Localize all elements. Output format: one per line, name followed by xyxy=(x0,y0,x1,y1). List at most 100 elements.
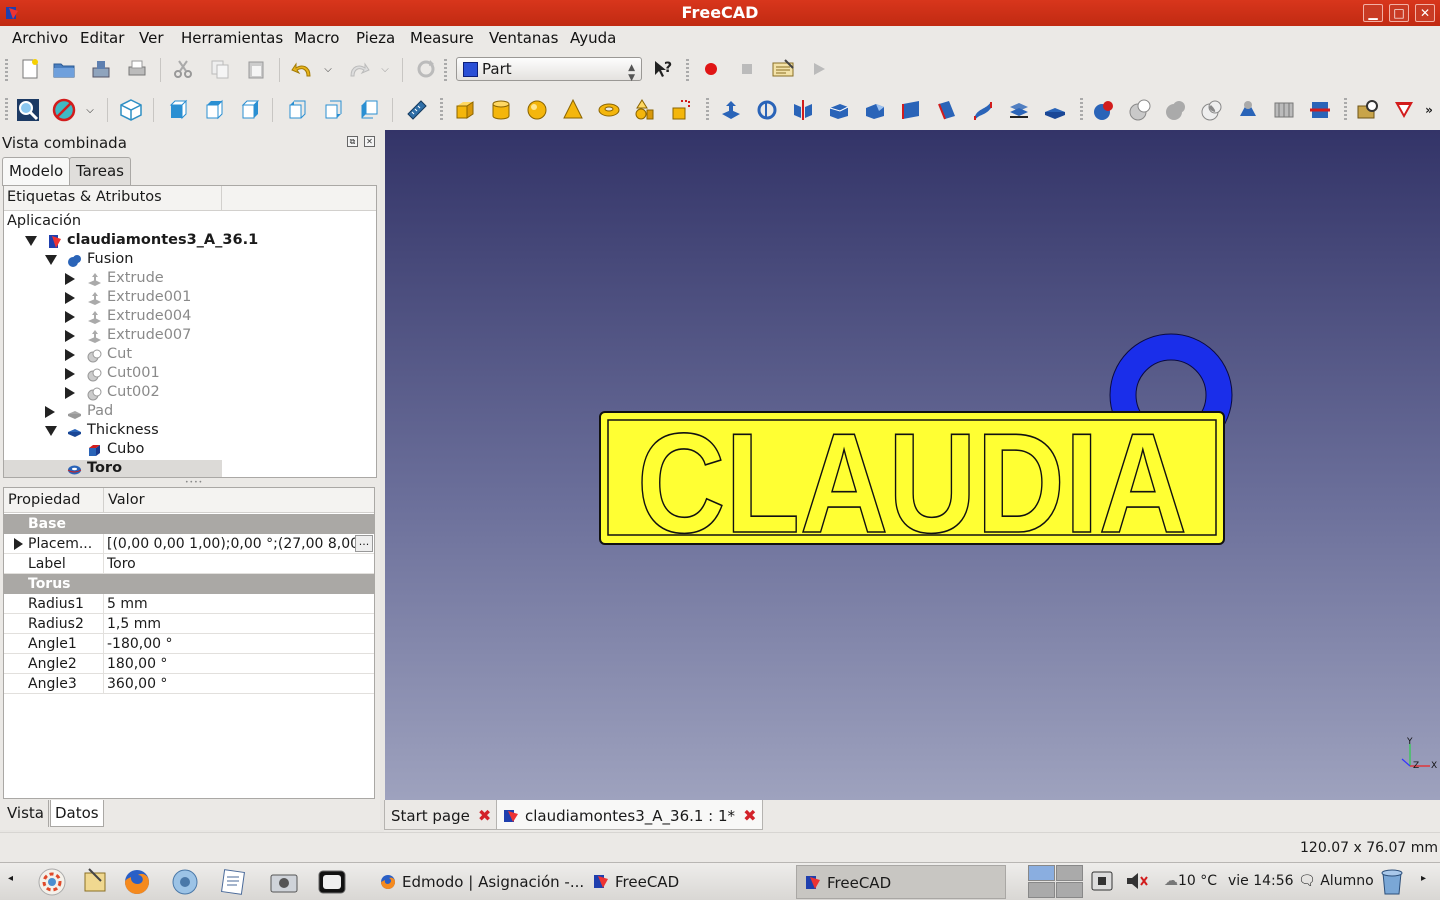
name-plate[interactable]: CLAUDIA xyxy=(599,403,1225,564)
part-shape-builder-button[interactable] xyxy=(667,96,695,124)
menu-ventanas[interactable]: Ventanas xyxy=(489,29,558,47)
tree-item-cut001[interactable]: Cut001 xyxy=(4,365,222,384)
expand-arrow-closed-icon[interactable] xyxy=(65,311,75,323)
tree-item-extrude001[interactable]: Extrude001 xyxy=(4,289,222,308)
tree-item-cut002[interactable]: Cut002 xyxy=(4,384,222,403)
menu-macro[interactable]: Macro xyxy=(294,29,339,47)
clock[interactable]: vie 14:56 xyxy=(1228,873,1294,889)
panel-splitter[interactable]: •••• xyxy=(185,479,202,486)
part-section-button[interactable] xyxy=(1234,96,1262,124)
tree-item-toro[interactable]: Toro xyxy=(4,460,222,477)
launcher-editor[interactable] xyxy=(218,867,248,897)
float-panel-button[interactable]: ⧉ xyxy=(347,136,358,147)
expand-arrow-closed-icon[interactable] xyxy=(45,406,55,418)
tab-document[interactable]: claudiamontes3_A_36.1 : 1* ✖ xyxy=(496,800,764,830)
trash-button[interactable] xyxy=(1378,866,1408,896)
part-revolve-button[interactable] xyxy=(753,96,781,124)
toolbar-grip[interactable] xyxy=(706,98,709,120)
menu-ayuda[interactable]: Ayuda xyxy=(570,29,616,47)
tree-item-extrude004[interactable]: Extrude004 xyxy=(4,308,222,327)
close-button[interactable]: ✕ xyxy=(1415,4,1435,22)
property-value[interactable]: 5 mm xyxy=(107,596,355,612)
toolbar-overflow-button[interactable]: » xyxy=(1420,96,1438,124)
view-left-button[interactable] xyxy=(355,96,383,124)
task-edmodo[interactable]: Edmodo | Asignación -... xyxy=(372,865,590,899)
task-freecad-2[interactable]: FreeCAD xyxy=(796,865,1006,899)
minimize-button[interactable]: ▁ xyxy=(1363,4,1383,22)
expand-arrow-open-icon[interactable] xyxy=(45,255,57,265)
new-document-button[interactable] xyxy=(16,55,44,83)
menu-herramientas[interactable]: Herramientas xyxy=(181,29,283,47)
tab-tareas[interactable]: Tareas xyxy=(69,157,131,185)
taskbar-scroll-right[interactable]: ▸ xyxy=(1414,867,1436,897)
menu-pieza[interactable]: Pieza xyxy=(356,29,395,47)
toolbar-grip[interactable] xyxy=(1080,98,1083,120)
part-cross-sections-button[interactable] xyxy=(1270,96,1298,124)
part-make-face-button[interactable] xyxy=(897,96,925,124)
menu-archivo[interactable]: Archivo xyxy=(12,29,68,47)
part-chamfer-button[interactable] xyxy=(861,96,889,124)
menu-ver[interactable]: Ver xyxy=(139,29,164,47)
expand-arrow-open-icon[interactable] xyxy=(25,236,37,246)
start-menu-button[interactable] xyxy=(37,867,67,897)
part-torus-button[interactable] xyxy=(595,96,623,124)
part-cut-button[interactable] xyxy=(1126,96,1154,124)
part-boolean-button[interactable] xyxy=(1090,96,1118,124)
macro-record-button[interactable] xyxy=(697,55,725,83)
part-mirror-button[interactable] xyxy=(789,96,817,124)
paste-button[interactable] xyxy=(242,55,270,83)
launcher-browser[interactable] xyxy=(170,867,200,897)
tree-item-extrude[interactable]: Extrude xyxy=(4,270,222,289)
expand-arrow-open-icon[interactable] xyxy=(45,426,57,436)
tree-item-thickness[interactable]: Thickness xyxy=(4,422,222,441)
tree-item-cut[interactable]: Cut xyxy=(4,346,222,365)
part-loft-button[interactable] xyxy=(969,96,997,124)
tree-item-pad[interactable]: Pad xyxy=(4,403,222,422)
tab-modelo[interactable]: Modelo xyxy=(2,157,71,186)
toolbar-grip[interactable] xyxy=(686,59,689,81)
view-top-button[interactable] xyxy=(200,96,228,124)
user-menu[interactable]: 🗨 Alumno xyxy=(1298,873,1374,889)
whats-this-button[interactable]: ? xyxy=(648,55,676,83)
expand-arrow-closed-icon[interactable] xyxy=(65,349,75,361)
refresh-button[interactable] xyxy=(412,55,440,83)
maximize-button[interactable]: □ xyxy=(1389,4,1409,22)
tab-datos[interactable]: Datos xyxy=(50,800,104,827)
workspace-switcher[interactable] xyxy=(1028,865,1084,899)
property-value[interactable]: [(0,00 0,00 1,00);0,00 °;(27,00 8,00 -8,… xyxy=(107,536,355,552)
tree-item-cubo[interactable]: Cubo xyxy=(4,441,222,460)
close-tab-icon[interactable]: ✖ xyxy=(478,806,491,825)
tree-item-fusion[interactable]: Fusion xyxy=(4,251,222,270)
property-row-angle1[interactable]: Angle1 -180,00 ° xyxy=(4,634,374,654)
part-fillet-button[interactable] xyxy=(825,96,853,124)
part-fuse-button[interactable] xyxy=(1162,96,1190,124)
property-row-placem-[interactable]: Placem... [(0,00 0,00 1,00);0,00 °;(27,00… xyxy=(4,534,374,554)
toolbar-grip[interactable] xyxy=(444,59,447,81)
redo-button[interactable] xyxy=(345,55,373,83)
workbench-selector[interactable]: Part ▲ ▼ xyxy=(456,57,642,83)
part-primitives-button[interactable] xyxy=(631,96,659,124)
macro-edit-button[interactable] xyxy=(769,55,797,83)
defeaturing-button[interactable] xyxy=(1390,96,1418,124)
measure-distance-button[interactable] xyxy=(403,96,431,124)
part-thickness-button[interactable] xyxy=(1041,96,1069,124)
undo-dropdown[interactable]: ⌵ xyxy=(318,55,338,83)
3d-viewport[interactable]: CLAUDIA Y X Z xyxy=(385,130,1440,800)
menu-measure[interactable]: Measure xyxy=(410,29,474,47)
taskbar-scroll-left[interactable]: ◂ xyxy=(2,867,22,897)
cut-button[interactable] xyxy=(169,55,197,83)
close-panel-button[interactable]: ✕ xyxy=(364,136,375,147)
view-rear-button[interactable] xyxy=(283,96,311,124)
property-row-radius1[interactable]: Radius1 5 mm xyxy=(4,594,374,614)
launcher-notes[interactable] xyxy=(81,867,111,897)
view-front-button[interactable] xyxy=(164,96,192,124)
toolbar-grip[interactable] xyxy=(440,98,443,120)
scene-canvas[interactable]: CLAUDIA Y X Z xyxy=(385,130,1440,800)
placement-editor-button[interactable]: ... xyxy=(355,535,373,552)
launcher-firefox[interactable] xyxy=(122,867,152,897)
property-row-angle2[interactable]: Angle2 180,00 ° xyxy=(4,654,374,674)
draw-style-button[interactable] xyxy=(50,96,78,124)
close-tab-icon[interactable]: ✖ xyxy=(743,806,756,825)
draw-style-dropdown[interactable]: ⌵ xyxy=(80,96,100,124)
redo-dropdown[interactable]: ⌵ xyxy=(375,55,395,83)
